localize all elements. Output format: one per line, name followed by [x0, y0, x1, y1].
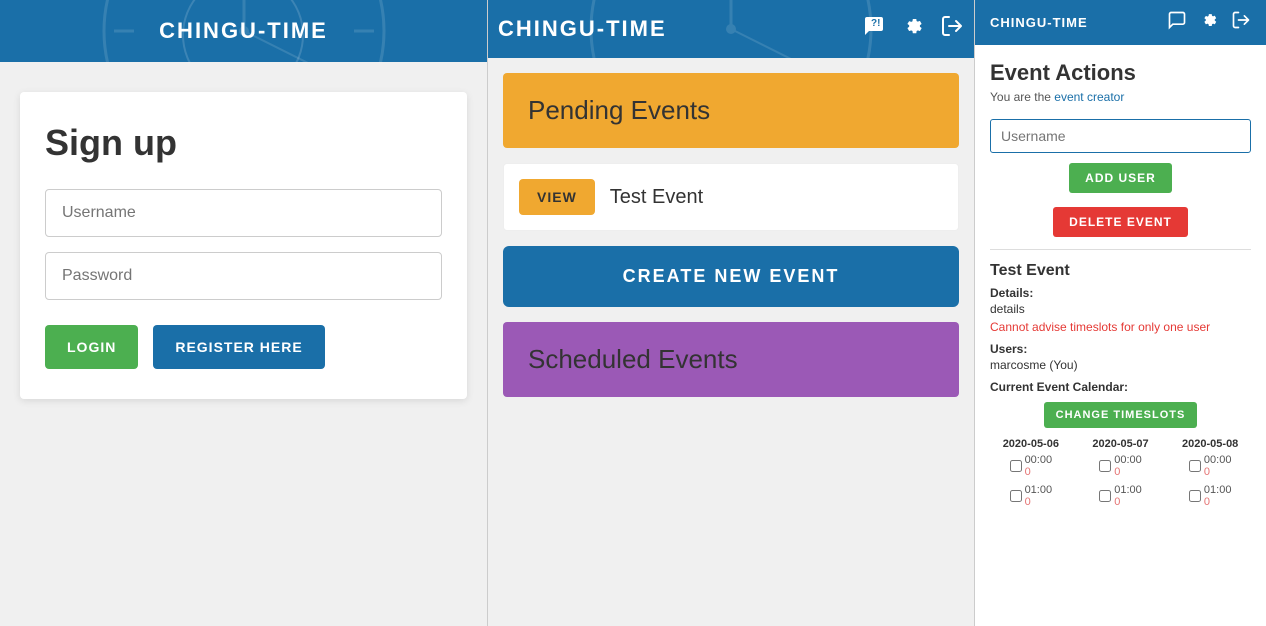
slot-count: 0 — [1025, 496, 1031, 508]
timeslot-checkbox[interactable] — [1099, 490, 1111, 502]
event-actions-panel: CHINGU-TIME Event Actions You are the ev… — [974, 0, 1266, 626]
calendar-column: 2020-05-0800:00001:000 — [1169, 438, 1251, 514]
register-button[interactable]: REGISTER HERE — [153, 325, 324, 369]
create-new-event-button[interactable]: CREATE NEW EVENT — [503, 246, 959, 307]
slot-time: 00:00 — [1114, 454, 1142, 466]
slot-count: 0 — [1204, 466, 1210, 478]
test-event-section: Test Event Details: details Cannot advis… — [990, 262, 1251, 514]
calendar-col-date: 2020-05-06 — [1003, 438, 1059, 450]
events-panel: CHINGU-TIME ?! Pending Events VIEW Test … — [487, 0, 974, 626]
event-actions-title: Event Actions — [990, 60, 1251, 86]
calendar-column: 2020-05-0600:00001:000 — [990, 438, 1072, 514]
calendar-slot: 00:000 — [1099, 454, 1142, 478]
view-event-button[interactable]: VIEW — [519, 179, 595, 215]
calendar-slot: 01:000 — [1010, 484, 1053, 508]
calendar-col-date: 2020-05-07 — [1092, 438, 1148, 450]
event-creator-text: You are the event creator — [990, 90, 1251, 104]
slot-time: 01:00 — [1204, 484, 1232, 496]
panel3-settings-icon[interactable] — [1199, 10, 1219, 35]
signup-password-input[interactable] — [45, 252, 442, 300]
event-actions-content: Event Actions You are the event creator … — [975, 45, 1266, 626]
signup-title: Sign up — [45, 122, 442, 164]
test-event-title: Test Event — [990, 262, 1251, 280]
calendar-slot: 00:000 — [1189, 454, 1232, 478]
calendar-column: 2020-05-0700:00001:000 — [1080, 438, 1162, 514]
scheduled-events-header: Scheduled Events — [503, 322, 959, 397]
event-creator-link[interactable]: event creator — [1054, 90, 1124, 104]
slot-time: 01:00 — [1025, 484, 1053, 496]
warning-text: Cannot advise timeslots for only one use… — [990, 320, 1251, 334]
panel3-header-title: CHINGU-TIME — [990, 15, 1088, 30]
details-value: details — [990, 302, 1251, 316]
panel2-header: CHINGU-TIME ?! — [488, 0, 974, 58]
users-value: marcosme (You) — [990, 358, 1251, 372]
signup-button-row: LOGIN REGISTER HERE — [45, 325, 442, 369]
change-timeslots-button[interactable]: CHANGE TIMESLOTS — [1044, 402, 1198, 428]
login-button[interactable]: LOGIN — [45, 325, 138, 369]
events-content: Pending Events VIEW Test Event CREATE NE… — [488, 58, 974, 626]
calendar-col-date: 2020-05-08 — [1182, 438, 1238, 450]
event-name: Test Event — [610, 186, 703, 209]
details-label: Details: — [990, 286, 1251, 300]
actions-row: ADD USER DELETE EVENT — [990, 163, 1251, 237]
event-item: VIEW Test Event — [503, 163, 959, 231]
divider — [990, 249, 1251, 250]
panel3-header-icons — [1167, 10, 1251, 35]
slot-count: 0 — [1204, 496, 1210, 508]
pending-events-header: Pending Events — [503, 73, 959, 148]
add-user-button[interactable]: ADD USER — [1069, 163, 1172, 193]
panel2-header-icons: ?! — [862, 14, 964, 44]
slot-time: 01:00 — [1114, 484, 1142, 496]
slot-count: 0 — [1114, 466, 1120, 478]
add-user-input[interactable] — [990, 119, 1251, 153]
signup-card: Sign up LOGIN REGISTER HERE — [20, 92, 467, 399]
users-label: Users: — [990, 342, 1251, 356]
panel2-header-title: CHINGU-TIME — [498, 16, 667, 42]
panel1-header: CHINGU-TIME — [0, 0, 487, 62]
chat-icon[interactable]: ?! — [862, 14, 886, 44]
timeslot-checkbox[interactable] — [1189, 490, 1201, 502]
logout-icon[interactable] — [940, 14, 964, 44]
panel1-header-title: CHINGU-TIME — [159, 18, 328, 43]
calendar-slot: 01:000 — [1189, 484, 1232, 508]
svg-text:?!: ?! — [871, 18, 880, 29]
delete-event-button[interactable]: DELETE EVENT — [1053, 207, 1188, 237]
calendar-columns: 2020-05-0600:00001:0002020-05-0700:00001… — [990, 438, 1251, 514]
panel3-chat-icon[interactable] — [1167, 10, 1187, 35]
slot-time: 00:00 — [1025, 454, 1053, 466]
calendar-slot: 01:000 — [1099, 484, 1142, 508]
slot-time: 00:00 — [1204, 454, 1232, 466]
signup-panel: CHINGU-TIME Sign up LOGIN REGISTER HERE — [0, 0, 487, 626]
timeslot-checkbox[interactable] — [1099, 460, 1111, 472]
panel3-logout-icon[interactable] — [1231, 10, 1251, 35]
timeslot-checkbox[interactable] — [1010, 490, 1022, 502]
calendar-slot: 00:000 — [1010, 454, 1053, 478]
signup-username-input[interactable] — [45, 189, 442, 237]
timeslot-checkbox[interactable] — [1010, 460, 1022, 472]
slot-count: 0 — [1025, 466, 1031, 478]
settings-icon[interactable] — [901, 14, 925, 44]
slot-count: 0 — [1114, 496, 1120, 508]
timeslot-checkbox[interactable] — [1189, 460, 1201, 472]
calendar-label: Current Event Calendar: — [990, 380, 1251, 394]
panel3-header: CHINGU-TIME — [975, 0, 1266, 45]
